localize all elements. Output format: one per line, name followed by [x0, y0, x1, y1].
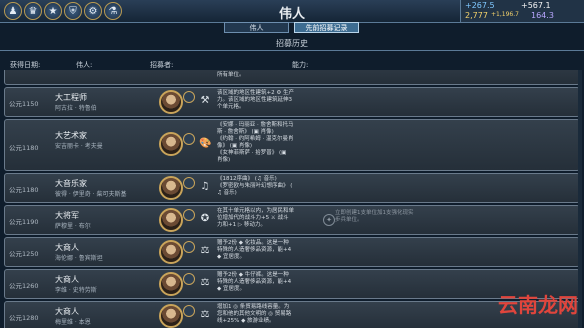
- person-name: 海伦娜 · 鲁宾斯坦: [55, 255, 103, 262]
- ability-description: 《安娜 · 玛丽亚 · 詹舍斯和托马 斯 · 詹舍斯》 (▣ 肖像) 《约翰 ·…: [217, 122, 294, 163]
- gold-value: 2,777: [465, 11, 488, 20]
- person-name: 梅里维 · 本恩: [55, 319, 91, 326]
- ability-description: 所有单位。: [217, 72, 245, 78]
- gold-rate-value: +1,196.7: [491, 11, 519, 18]
- recruit-date: 公元1180: [9, 144, 39, 152]
- crown-icon[interactable]: ♛: [24, 2, 42, 20]
- list-item: 公元1180 大艺术家 安吉丽卡 · 考夫曼 🎨 《安娜 · 玛丽亚 · 詹舍斯…: [4, 119, 580, 171]
- civ-icon: [183, 177, 195, 189]
- ability-description: 《1812序曲》 (♫ 音乐) 《罗密欧与朱丽叶幻想序曲》 ( ♫ 音乐): [217, 176, 293, 196]
- list-item: 公元1250 大商人 海伦娜 · 鲁宾斯坦 ⚖ 赠予2份 ◆ 化妆品。这是一种 …: [4, 237, 580, 267]
- list-item: 公元1150 大工程师 阿古拉 · 特鲁伯 ⚒ 该区域的地区性建筑+2 ⚙ 生产…: [4, 87, 580, 117]
- star-icon[interactable]: ★: [44, 2, 62, 20]
- recruiter-portrait[interactable]: [159, 90, 183, 114]
- gear-icon[interactable]: ⚙: [84, 2, 102, 20]
- great-person-type: 大工程师: [55, 93, 87, 102]
- person-name: 彼得 · 伊里奇 · 柴可夫斯基: [55, 191, 127, 198]
- recruit-date: 公元1250: [9, 250, 39, 258]
- recruiter-portrait[interactable]: [159, 208, 183, 232]
- recruiter-portrait[interactable]: [159, 240, 183, 264]
- column-date[interactable]: 获得日期:: [10, 60, 40, 70]
- civ-icon: [183, 209, 195, 221]
- ability-description: 赠予2份 ◆ 牛仔裤。这是一种 特殊的人造奢侈品资源，能+4 ◆ 宜居度。: [217, 272, 292, 292]
- science-value: +267.5: [465, 1, 495, 10]
- top-bar: ♟ ♛ ★ ⛨ ⚙ ⚗ 伟人 +267.5 +567.1 2,777 +1,19…: [0, 0, 584, 23]
- recruiter-portrait[interactable]: [159, 304, 183, 328]
- person-name: 李维 · 史特劳斯: [55, 287, 97, 294]
- shield-icon[interactable]: ⛨: [64, 2, 82, 20]
- active-ability-description: 立即创建1支单位加1支强化现实 步兵单位。: [335, 210, 414, 223]
- person-name: 安吉丽卡 · 考夫曼: [55, 143, 103, 150]
- recruit-date: 公元1190: [9, 218, 39, 226]
- faith-value: +567.1: [521, 1, 551, 10]
- recruit-date: 公元1150: [9, 100, 39, 108]
- divider: [0, 50, 584, 51]
- people-icon[interactable]: ♟: [4, 2, 22, 20]
- music-icon: ♫: [200, 181, 210, 192]
- other-value: 164.3: [531, 11, 554, 20]
- tab-great-people[interactable]: 伟人: [224, 22, 289, 33]
- palette-icon: 🎨: [199, 138, 212, 149]
- trade-icon: ⚖: [200, 277, 210, 288]
- civ-icon: [183, 273, 195, 285]
- list-item: 公元1180 大音乐家 彼得 · 伊里奇 · 柴可夫斯基 ♫ 《1812序曲》 …: [4, 173, 580, 203]
- column-effect[interactable]: 能力:: [292, 60, 308, 70]
- great-person-type: 大艺术家: [55, 131, 87, 140]
- list-item: 公元1190 大将军 萨穆里 · 布尔 ✪ 在其十单元格以内，为居民和单 位增加…: [4, 205, 580, 235]
- person-name: 阿古拉 · 特鲁伯: [55, 105, 97, 112]
- ability-description: 增加1 ◎ 条贸易路线容量。为 您和他的其他文明的 ◎ 贸易路 线+25% ◆ …: [217, 304, 292, 324]
- column-recruiter[interactable]: 招募者:: [150, 60, 173, 70]
- tab-bar: 伟人 先前招募记录: [224, 22, 360, 34]
- civ-icon: [183, 305, 195, 317]
- civ-icon: [183, 241, 195, 253]
- person-name: 萨穆里 · 布尔: [55, 223, 91, 230]
- hammer-icon: ⚒: [200, 95, 210, 106]
- great-person-type: 大商人: [55, 275, 79, 284]
- recruit-date: 公元1260: [9, 282, 39, 290]
- section-title: 招募历史: [276, 39, 308, 48]
- great-person-type: 大商人: [55, 307, 79, 316]
- window-title: 伟人: [278, 7, 305, 22]
- column-person[interactable]: 伟人:: [76, 60, 92, 70]
- lab-icon[interactable]: ⚗: [104, 2, 122, 20]
- recruit-date: 公元1180: [9, 186, 39, 194]
- ability-description: 该区域的地区性建筑+2 ⚙ 生产 力。该区域的地区性建筑延伸3 个单元格。: [217, 90, 295, 110]
- active-ability-icon: ✦: [323, 214, 335, 226]
- tab-recruit-history[interactable]: 先前招募记录: [294, 22, 359, 33]
- recruiter-portrait[interactable]: [159, 272, 183, 296]
- great-person-type: 大音乐家: [55, 179, 87, 188]
- civ-icon: [183, 91, 195, 103]
- general-star-icon: ✪: [200, 213, 210, 224]
- list-item: 所有单位。: [4, 70, 580, 85]
- great-person-type: 大将军: [55, 211, 79, 220]
- trade-icon: ⚖: [200, 309, 210, 320]
- ability-description: 在其十单元格以内，为居民和单 位增加代的战斗力+5 ⚔ 战斗 力和+1 ▷ 移动…: [217, 208, 295, 228]
- recruit-date: 公元1280: [9, 314, 39, 322]
- great-person-type: 大商人: [55, 243, 79, 252]
- civ-icon: [183, 133, 195, 145]
- ability-description: 赠予2份 ◆ 化妆品。这是一种 特殊的人造奢侈品资源，能+4 ◆ 宜居度。: [217, 240, 292, 260]
- resource-panel: +267.5 +567.1 2,777 +1,196.7 164.3: [460, 0, 584, 22]
- recruiter-portrait[interactable]: [159, 176, 183, 200]
- watermark-text: 云南龙网: [498, 293, 578, 317]
- watermark: 云南龙网: [472, 286, 582, 317]
- trade-icon: ⚖: [200, 245, 210, 256]
- recruiter-portrait[interactable]: [159, 132, 183, 156]
